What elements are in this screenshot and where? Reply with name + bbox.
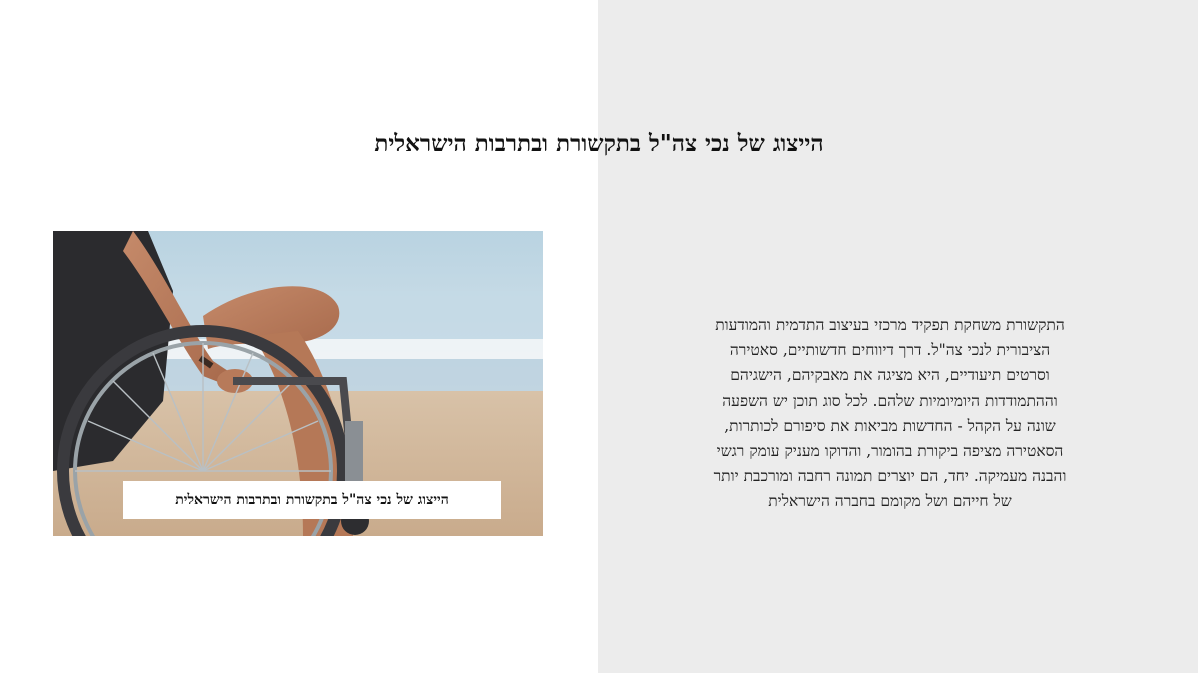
slide-title: הייצוג של נכי צה"ל בתקשורת ובתרבות הישרא… xyxy=(374,130,824,157)
body-line: וההתמודדות היומיומיות שלהם. לכל סוג תוכן… xyxy=(722,391,1058,410)
body-paragraph: התקשורת משחקת תפקיד מרכזי בעיצוב התדמית … xyxy=(642,313,1138,515)
body-line: שונה על הקהל - החדשות מביאות את סיפורם ל… xyxy=(724,416,1056,435)
body-line: הציבורית לנכי צה"ל. דרך דיווחים חדשותיים… xyxy=(729,341,1051,360)
body-line: של חייהם ושל מקומם בחברה הישראלית xyxy=(768,492,1012,511)
image-caption: הייצוג של נכי צה"ל בתקשורת ובתרבות הישרא… xyxy=(123,481,501,519)
body-line: התקשורת משחקת תפקיד מרכזי בעיצוב התדמית … xyxy=(715,316,1065,334)
body-line: וסרטים תיעודיים, היא מציגה את מאבקיהם, ה… xyxy=(730,366,1050,385)
body-line: הסאטירה מציפה ביקורת בהומור, והדוקו מעני… xyxy=(716,442,1064,461)
body-line: והבנה מעמיקה. יחד, הם יוצרים תמונה רחבה … xyxy=(713,467,1067,486)
